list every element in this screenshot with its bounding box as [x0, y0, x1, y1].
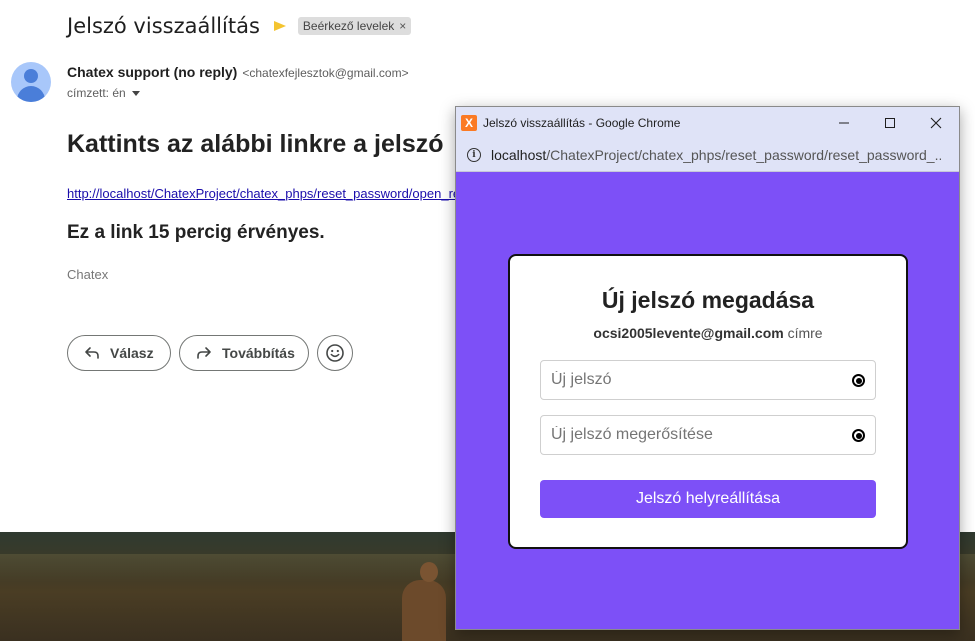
email-subject-row: Jelszó visszaállítás Beérkező levelek × — [67, 14, 412, 38]
chevron-down-icon[interactable] — [131, 90, 140, 96]
forward-button[interactable]: Továbbítás — [179, 335, 309, 371]
email-subject: Jelszó visszaállítás — [67, 14, 260, 38]
reply-button[interactable]: Válasz — [67, 335, 171, 371]
forward-label: Továbbítás — [222, 345, 295, 361]
url-text[interactable]: localhost/ChatexProject/chatex_phps/rese… — [491, 147, 941, 163]
reset-password-link[interactable]: http://localhost/ChatexProject/chatex_ph… — [67, 186, 460, 201]
minimize-icon — [839, 122, 849, 124]
remove-label-icon[interactable]: × — [399, 19, 406, 33]
confirm-password-input[interactable] — [541, 426, 831, 444]
recipient-text: címzett: én — [67, 86, 126, 100]
sender-name: Chatex support (no reply) — [67, 64, 238, 80]
email-body-heading: Kattints az alábbi linkre a jelszó — [67, 130, 444, 158]
url-path: /ChatexProject/chatex_phps/reset_passwor… — [546, 147, 941, 163]
avatar-icon — [11, 62, 51, 102]
link-validity-text: Ez a link 15 percig érvényes. — [67, 222, 325, 243]
inbox-label-chip[interactable]: Beérkező levelek × — [297, 17, 412, 35]
new-password-input[interactable] — [541, 371, 831, 389]
site-info-icon[interactable]: i — [467, 148, 481, 162]
forward-icon — [197, 347, 211, 359]
sender-row: Chatex support (no reply) <chatexfejlesz… — [67, 64, 409, 80]
xampp-icon: X — [461, 115, 477, 131]
chrome-popup-window[interactable]: X Jelszó visszaállítás - Google Chrome i… — [455, 106, 960, 630]
target-email-suffix: címre — [783, 325, 823, 341]
card-title: Új jelszó megadása — [601, 287, 815, 313]
show-confirm-password-icon[interactable] — [852, 429, 865, 442]
url-host: localhost — [491, 147, 547, 163]
address-divider — [456, 171, 959, 172]
reply-label: Válasz — [110, 345, 154, 361]
recipient-details-toggle[interactable]: címzett: én — [67, 86, 140, 100]
close-button[interactable] — [913, 107, 959, 139]
close-icon — [930, 117, 942, 129]
confirm-password-field[interactable] — [540, 415, 876, 455]
inbox-label-text: Beérkező levelek — [302, 19, 395, 33]
maximize-button[interactable] — [867, 107, 913, 139]
reply-icon — [85, 347, 99, 359]
target-email: ocsi2005levente@gmail.com — [593, 325, 784, 341]
sender-email: <chatexfejlesztok@gmail.com> — [242, 66, 409, 80]
new-password-field[interactable] — [540, 360, 876, 400]
importance-marker-icon[interactable] — [273, 21, 288, 31]
window-titlebar[interactable]: X Jelszó visszaállítás - Google Chrome — [456, 107, 959, 139]
reset-password-button[interactable]: Jelszó helyreállítása — [540, 480, 876, 518]
person-figure — [400, 562, 448, 641]
window-title: Jelszó visszaállítás - Google Chrome — [483, 116, 681, 130]
card-subtitle: ocsi2005levente@gmail.com címre — [510, 325, 906, 341]
email-signature: Chatex — [67, 267, 109, 282]
maximize-icon — [885, 118, 895, 128]
emoji-icon — [326, 344, 344, 362]
show-password-icon[interactable] — [852, 374, 865, 387]
add-reaction-button[interactable] — [317, 335, 353, 371]
minimize-button[interactable] — [821, 107, 867, 139]
address-bar[interactable]: i localhost/ChatexProject/chatex_phps/re… — [456, 139, 959, 171]
reset-password-card: Új jelszó megadása ocsi2005levente@gmail… — [508, 254, 908, 549]
